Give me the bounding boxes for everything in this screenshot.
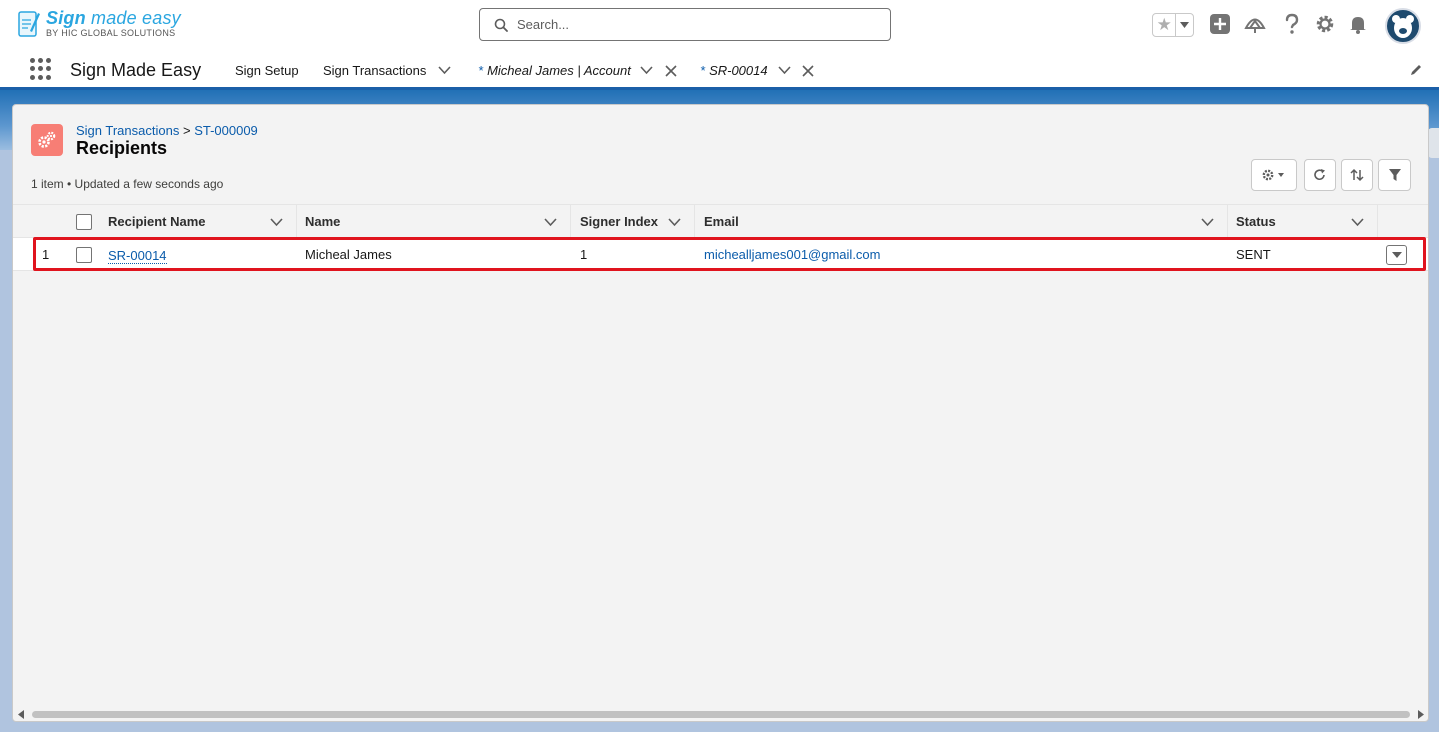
cell-status: SENT bbox=[1236, 247, 1271, 262]
chevron-down-icon[interactable] bbox=[1201, 217, 1214, 227]
row-select-checkbox[interactable] bbox=[76, 247, 92, 263]
sort-button[interactable] bbox=[1341, 159, 1373, 191]
logo-title-rest: made easy bbox=[91, 8, 181, 28]
object-gears-icon bbox=[31, 124, 63, 156]
app-launcher-icon[interactable] bbox=[30, 58, 52, 80]
chevron-down-icon[interactable] bbox=[668, 217, 681, 227]
setup-button[interactable] bbox=[1313, 12, 1337, 36]
table-header: Recipient Name Name Signer Index Email S… bbox=[13, 204, 1428, 238]
nav-item-sign-transactions[interactable]: Sign Transactions bbox=[323, 63, 426, 78]
utility-panel-handle[interactable] bbox=[1428, 128, 1439, 158]
column-header-email[interactable]: Email bbox=[704, 205, 739, 238]
edit-nav-pencil-icon[interactable] bbox=[1409, 63, 1423, 77]
list-settings-button[interactable] bbox=[1251, 159, 1297, 191]
column-header-status[interactable]: Status bbox=[1236, 205, 1276, 238]
unsaved-indicator: * bbox=[478, 63, 484, 78]
tab-sr-00014[interactable]: * SR-00014 bbox=[700, 63, 768, 78]
logo-subtitle: BY HIC GLOBAL SOLUTIONS bbox=[46, 28, 176, 38]
scroll-left-arrow-icon[interactable] bbox=[17, 710, 25, 719]
user-avatar-icon bbox=[1392, 15, 1414, 38]
column-divider[interactable] bbox=[1377, 205, 1378, 238]
tab-label: Micheal James | Account bbox=[487, 63, 631, 78]
horizontal-scrollbar[interactable] bbox=[14, 706, 1427, 722]
chevron-down-icon[interactable] bbox=[640, 64, 653, 76]
tab-micheal-james-account[interactable]: * Micheal James | Account bbox=[478, 63, 631, 78]
unsaved-indicator: * bbox=[700, 63, 706, 78]
recipient-name-link[interactable]: SR-00014 bbox=[108, 248, 167, 264]
refresh-button[interactable] bbox=[1304, 159, 1336, 191]
tab-label: SR-00014 bbox=[709, 63, 768, 78]
sort-icon bbox=[1350, 168, 1364, 182]
column-header-name[interactable]: Name bbox=[305, 205, 340, 238]
breadcrumb-separator: > bbox=[182, 123, 191, 138]
chevron-down-icon[interactable] bbox=[778, 64, 791, 76]
breadcrumb: Sign Transactions > ST-000009 bbox=[76, 123, 258, 138]
logo-title-bold: Sign bbox=[46, 8, 86, 28]
notifications-button[interactable] bbox=[1346, 12, 1370, 36]
filter-icon bbox=[1388, 169, 1401, 181]
favorites-group[interactable]: ★ bbox=[1152, 13, 1194, 37]
refresh-icon bbox=[1314, 169, 1325, 181]
scroll-right-arrow-icon[interactable] bbox=[1417, 710, 1425, 719]
email-link[interactable]: michealljames001@gmail.com bbox=[704, 247, 880, 262]
column-divider[interactable] bbox=[570, 205, 571, 238]
chevron-down-icon[interactable] bbox=[1351, 217, 1364, 227]
trailhead-icon bbox=[1244, 18, 1266, 33]
list-status-text: 1 item • Updated a few seconds ago bbox=[31, 177, 224, 191]
signature-document-icon bbox=[18, 11, 40, 37]
global-actions-button[interactable] bbox=[1208, 12, 1232, 36]
setup-gear-icon bbox=[1316, 15, 1334, 33]
column-header-signer-index[interactable]: Signer Index bbox=[580, 205, 658, 238]
chevron-down-icon bbox=[1391, 252, 1402, 258]
filter-button[interactable] bbox=[1378, 159, 1411, 191]
favorites-dropdown[interactable] bbox=[1176, 14, 1193, 36]
app-logo[interactable]: Sign made easy BY HIC GLOBAL SOLUTIONS bbox=[18, 9, 181, 39]
notification-bell-icon bbox=[1350, 17, 1366, 34]
column-divider[interactable] bbox=[694, 205, 695, 238]
chevron-down-icon[interactable] bbox=[270, 217, 283, 227]
table-row[interactable]: 1 SR-00014 Micheal James 1 michealljames… bbox=[13, 238, 1428, 271]
breadcrumb-record-link[interactable]: ST-000009 bbox=[194, 123, 258, 138]
nav-item-sign-setup[interactable]: Sign Setup bbox=[235, 63, 299, 78]
column-divider[interactable] bbox=[296, 205, 297, 238]
column-header-recipient-name[interactable]: Recipient Name bbox=[108, 205, 206, 238]
search-input[interactable] bbox=[517, 17, 857, 32]
page-title: Recipients bbox=[76, 138, 168, 158]
add-icon bbox=[1210, 14, 1230, 34]
related-list-card: Sign Transactions > ST-000009 Recipients… bbox=[12, 104, 1429, 722]
close-icon[interactable] bbox=[665, 65, 677, 77]
scrollbar-thumb[interactable] bbox=[32, 711, 1410, 718]
column-divider[interactable] bbox=[1227, 205, 1228, 238]
recipients-table: Recipient Name Name Signer Index Email S… bbox=[13, 204, 1428, 271]
close-icon[interactable] bbox=[802, 65, 814, 77]
app-name: Sign Made Easy bbox=[70, 60, 202, 80]
select-all-checkbox[interactable] bbox=[76, 214, 92, 230]
global-search[interactable] bbox=[479, 8, 891, 41]
help-button[interactable] bbox=[1280, 12, 1304, 36]
chevron-down-icon bbox=[1180, 22, 1190, 28]
search-icon bbox=[494, 18, 508, 32]
chevron-down-icon[interactable] bbox=[544, 217, 557, 227]
row-actions-button[interactable] bbox=[1386, 245, 1407, 265]
cell-signer-index: 1 bbox=[580, 247, 588, 262]
list-settings-icon bbox=[1262, 169, 1284, 181]
breadcrumb-parent-link[interactable]: Sign Transactions bbox=[76, 123, 179, 138]
navigation-bar: Sign Made Easy Sign Setup Sign Transacti… bbox=[0, 50, 1439, 90]
help-icon bbox=[1285, 13, 1299, 34]
chevron-down-icon[interactable] bbox=[438, 64, 451, 76]
star-icon[interactable]: ★ bbox=[1153, 14, 1177, 36]
avatar[interactable] bbox=[1385, 8, 1421, 44]
cell-name: Micheal James bbox=[305, 247, 392, 262]
global-header: Sign made easy BY HIC GLOBAL SOLUTIONS ★ bbox=[0, 0, 1439, 50]
trailhead-button[interactable] bbox=[1243, 12, 1267, 36]
row-number: 1 bbox=[42, 247, 50, 262]
